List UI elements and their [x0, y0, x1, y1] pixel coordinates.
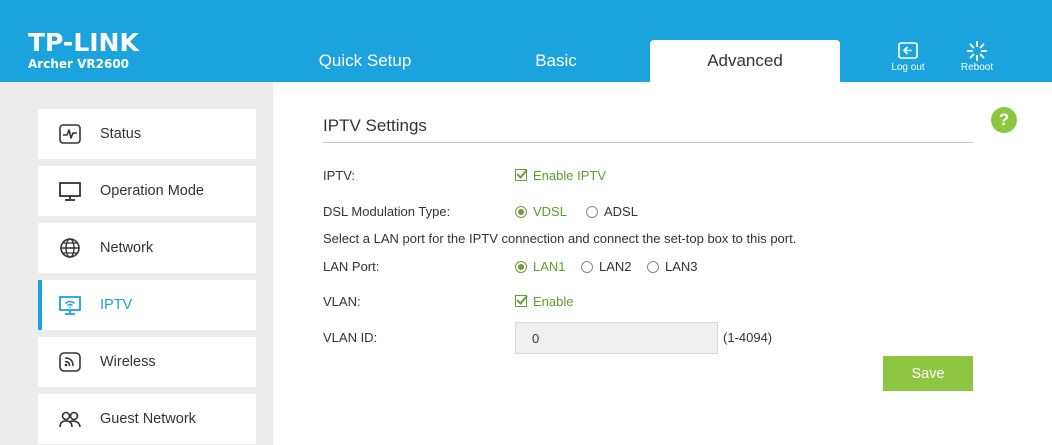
- vlan-id-range-hint: (1-4094): [723, 330, 773, 345]
- sidebar-item-iptv[interactable]: IPTV: [38, 280, 256, 330]
- iptv-label: IPTV:: [323, 168, 356, 183]
- logout-icon: [878, 40, 938, 62]
- dsl-modulation-label: DSL Modulation Type:: [323, 204, 451, 219]
- title-divider: [323, 142, 973, 143]
- radio-lan1-label: LAN1: [533, 259, 566, 274]
- iptv-icon: [58, 294, 82, 316]
- radio-lan3-label: LAN3: [665, 259, 698, 274]
- tab-basic[interactable]: Basic: [446, 40, 666, 82]
- sidebar-item-operation-mode[interactable]: Operation Mode: [38, 166, 256, 216]
- radio-lan1[interactable]: LAN1: [515, 259, 566, 274]
- guest-network-icon: [58, 408, 82, 430]
- header-bar: TP-LINK Archer VR2600 Quick Setup Basic …: [0, 0, 1052, 82]
- sidebar-item-label: Network: [100, 240, 154, 256]
- model-name: Archer VR2600: [28, 57, 130, 71]
- tab-advanced[interactable]: Advanced: [650, 40, 840, 82]
- reboot-icon: [947, 40, 1007, 62]
- vlan-id-input[interactable]: [515, 322, 718, 354]
- checkbox-checked-icon: [515, 169, 528, 181]
- sidebar-item-label: Status: [100, 126, 142, 142]
- sidebar-item-status[interactable]: Status: [38, 109, 256, 159]
- page-title: IPTV Settings: [323, 116, 427, 135]
- vlan-label: VLAN:: [323, 294, 361, 309]
- reboot-button[interactable]: Reboot: [947, 40, 1007, 76]
- radio-lan3[interactable]: LAN3: [647, 259, 698, 274]
- radio-unselected-icon: [581, 261, 593, 273]
- logout-label: Log out: [891, 62, 925, 73]
- sidebar-item-label: Wireless: [100, 354, 156, 370]
- sidebar: Status Operation Mode Network IPTV Wirel…: [0, 82, 273, 445]
- main-panel: ? IPTV Settings IPTV: Enable IPTV DSL Mo…: [273, 82, 1052, 445]
- sidebar-item-guest-network[interactable]: Guest Network: [38, 394, 256, 444]
- radio-unselected-icon: [647, 261, 659, 273]
- radio-lan2-label: LAN2: [599, 259, 632, 274]
- reboot-label: Reboot: [960, 62, 994, 73]
- enable-iptv-label: Enable IPTV: [533, 168, 606, 183]
- radio-adsl[interactable]: ADSL: [586, 204, 638, 219]
- monitor-icon: [58, 180, 82, 202]
- radio-adsl-label: ADSL: [604, 204, 638, 219]
- radio-selected-icon: [515, 206, 527, 218]
- radio-vdsl[interactable]: VDSL: [515, 204, 567, 219]
- radio-lan2[interactable]: LAN2: [581, 259, 632, 274]
- save-button[interactable]: Save: [883, 356, 973, 391]
- sidebar-item-label: Operation Mode: [100, 183, 204, 199]
- lan-port-label: LAN Port:: [323, 259, 380, 274]
- enable-iptv-checkbox[interactable]: Enable IPTV: [515, 168, 606, 183]
- logout-button[interactable]: Log out: [878, 40, 938, 76]
- radio-unselected-icon: [586, 206, 598, 218]
- sidebar-item-label: IPTV: [100, 297, 133, 313]
- logo-text: TP-LINK: [28, 28, 139, 57]
- radio-vdsl-label: VDSL: [533, 204, 567, 219]
- sidebar-item-label: Guest Network: [100, 411, 196, 427]
- sidebar-item-wireless[interactable]: Wireless: [38, 337, 256, 387]
- enable-vlan-label: Enable: [533, 294, 574, 309]
- sidebar-item-network[interactable]: Network: [38, 223, 256, 273]
- wireless-icon: [58, 351, 82, 373]
- status-icon: [58, 123, 82, 145]
- checkbox-checked-icon: [515, 295, 528, 307]
- brand-logo: TP-LINK Archer VR2600: [28, 28, 139, 72]
- radio-selected-icon: [515, 261, 527, 273]
- help-button[interactable]: ?: [991, 107, 1017, 133]
- globe-icon: [58, 237, 82, 259]
- enable-vlan-checkbox[interactable]: Enable: [515, 294, 573, 309]
- lan-port-description: Select a LAN port for the IPTV connectio…: [323, 231, 797, 246]
- vlan-id-label: VLAN ID:: [323, 330, 378, 345]
